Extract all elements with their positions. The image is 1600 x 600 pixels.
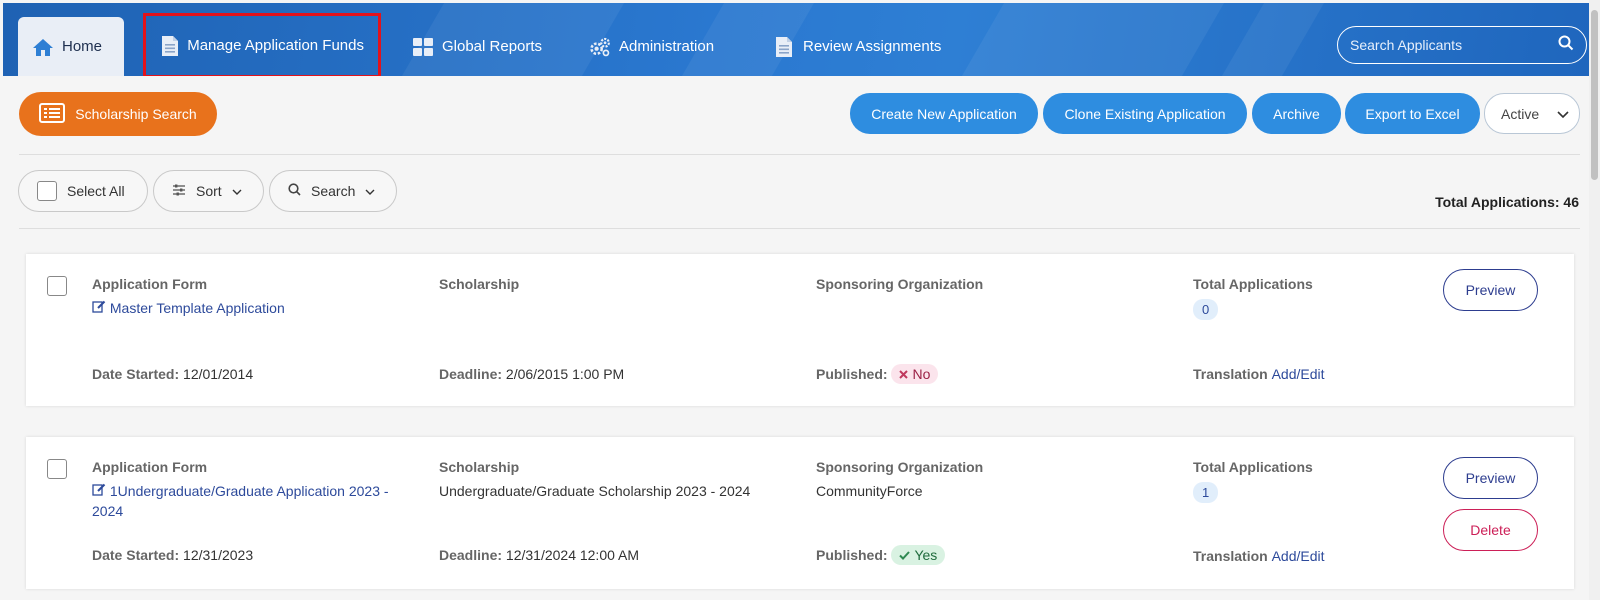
date-started-value: 12/01/2014: [183, 366, 254, 382]
translation-label: Translation: [1193, 548, 1268, 564]
translation-add-edit-link[interactable]: Add/Edit: [1272, 548, 1325, 564]
archive-button[interactable]: Archive: [1252, 93, 1341, 134]
top-navigation-bar: Home Manage Application Funds Global Rep…: [3, 3, 1589, 76]
nav-administration[interactable]: Administration: [575, 17, 728, 76]
scholarship-search-label: Scholarship Search: [75, 106, 197, 122]
grid-icon: [412, 36, 434, 58]
total-applications-count: Total Applications: 46: [1435, 194, 1579, 210]
check-icon: [899, 547, 911, 563]
nav-review-assignments[interactable]: Review Assignments: [759, 17, 955, 76]
search-applicants-box: [1337, 26, 1587, 64]
nav-manage-application-funds-label: Manage Application Funds: [187, 37, 364, 54]
published-status-value: Yes: [914, 547, 938, 563]
sponsoring-organization-value: CommunityForce: [816, 483, 923, 499]
edit-icon: [92, 300, 110, 316]
application-card: Application Form Master Template Applica…: [26, 254, 1574, 406]
divider: [19, 228, 1580, 229]
nav-global-reports[interactable]: Global Reports: [398, 17, 556, 76]
scholarship-label: Scholarship: [439, 276, 520, 292]
x-icon: [899, 366, 909, 382]
deadline: Deadline: 2/06/2015 1:00 PM: [439, 366, 624, 382]
sponsoring-organization-label: Sponsoring Organization: [816, 276, 984, 292]
nav-global-reports-label: Global Reports: [442, 38, 543, 55]
total-applications-label: Total Applications: [1193, 459, 1313, 475]
application-form-link[interactable]: Master Template Application: [92, 298, 285, 318]
sliders-icon: [172, 183, 186, 200]
date-started: Date Started: 12/31/2023: [92, 547, 253, 563]
chevron-down-icon: [365, 183, 375, 199]
date-started-value: 12/31/2023: [183, 547, 254, 563]
deadline-label: Deadline:: [439, 366, 503, 382]
nav-review-assignments-label: Review Assignments: [803, 38, 942, 55]
application-form-name-continued: 2024: [92, 503, 124, 519]
application-form-name: 1Undergraduate/Graduate Application 2023…: [109, 483, 389, 499]
select-all-label: Select All: [67, 183, 125, 199]
search-label: Search: [311, 183, 356, 199]
application-card: Application Form 1Undergraduate/Graduate…: [26, 437, 1574, 589]
application-form-name: Master Template Application: [109, 300, 285, 316]
date-started-label: Date Started:: [92, 366, 180, 382]
published-label: Published:: [816, 366, 888, 382]
application-form-label: Application Form: [92, 459, 208, 475]
chevron-down-icon: [232, 183, 242, 199]
total-applications-badge: 0: [1193, 299, 1219, 320]
sort-dropdown[interactable]: Sort: [153, 170, 264, 212]
date-started: Date Started: 12/01/2014: [92, 366, 253, 382]
translation-add-edit-link[interactable]: Add/Edit: [1272, 366, 1325, 382]
deadline-label: Deadline:: [439, 547, 503, 563]
preview-button[interactable]: Preview: [1443, 457, 1538, 499]
gears-icon: [589, 36, 611, 58]
deadline-value: 12/31/2024 12:00 AM: [505, 547, 640, 563]
translation: Translation Add/Edit: [1193, 548, 1325, 564]
application-form-label: Application Form: [92, 276, 208, 292]
published-status-badge: No: [891, 364, 939, 384]
sponsoring-organization-label: Sponsoring Organization: [816, 459, 984, 475]
published: Published: No: [816, 364, 939, 384]
published-status-badge: Yes: [891, 545, 946, 565]
select-all-control[interactable]: Select All: [18, 170, 148, 212]
application-form-link[interactable]: 1Undergraduate/Graduate Application 2023…: [92, 481, 402, 521]
published-status-value: No: [912, 366, 931, 382]
deadline-value: 2/06/2015 1:00 PM: [505, 366, 625, 382]
translation-label: Translation: [1193, 366, 1268, 382]
total-applications-label: Total Applications: [1193, 276, 1313, 292]
create-new-application-button[interactable]: Create New Application: [850, 93, 1038, 134]
nav-home-label: Home: [62, 38, 103, 55]
delete-button[interactable]: Delete: [1443, 509, 1538, 551]
document-icon: [160, 35, 179, 57]
total-applications-badge: 1: [1193, 482, 1219, 503]
published-label: Published:: [816, 547, 888, 563]
list-icon: [39, 102, 66, 126]
chevron-down-icon: [1557, 106, 1569, 122]
search-icon[interactable]: [1558, 35, 1574, 56]
home-icon: [32, 36, 54, 58]
published: Published: Yes: [816, 545, 946, 565]
search-applicants-input[interactable]: [1350, 37, 1558, 53]
select-all-checkbox[interactable]: [37, 181, 57, 201]
scrollbar-thumb[interactable]: [1591, 10, 1598, 180]
scholarship-label: Scholarship: [439, 459, 520, 475]
search-dropdown[interactable]: Search: [269, 170, 397, 212]
page-scrollbar[interactable]: [1589, 0, 1600, 600]
divider: [19, 154, 1580, 155]
application-checkbox[interactable]: [47, 276, 67, 296]
deadline: Deadline: 12/31/2024 12:00 AM: [439, 547, 639, 563]
date-started-label: Date Started:: [92, 547, 180, 563]
nav-administration-label: Administration: [619, 38, 715, 55]
search-icon: [288, 183, 301, 199]
status-select[interactable]: Active: [1484, 93, 1580, 134]
status-select-value: Active: [1501, 105, 1540, 122]
application-checkbox[interactable]: [47, 459, 67, 479]
edit-icon: [92, 483, 110, 499]
preview-button[interactable]: Preview: [1443, 269, 1538, 311]
document-icon: [773, 36, 795, 58]
clone-existing-application-button[interactable]: Clone Existing Application: [1043, 93, 1247, 134]
export-to-excel-button[interactable]: Export to Excel: [1345, 93, 1480, 134]
scholarship-search-button[interactable]: Scholarship Search: [19, 92, 217, 136]
nav-manage-application-funds[interactable]: Manage Application Funds: [143, 13, 381, 76]
scholarship-value: Undergraduate/Graduate Scholarship 2023 …: [439, 483, 751, 499]
nav-home[interactable]: Home: [18, 17, 124, 76]
translation: Translation Add/Edit: [1193, 366, 1325, 382]
sort-label: Sort: [196, 183, 222, 199]
